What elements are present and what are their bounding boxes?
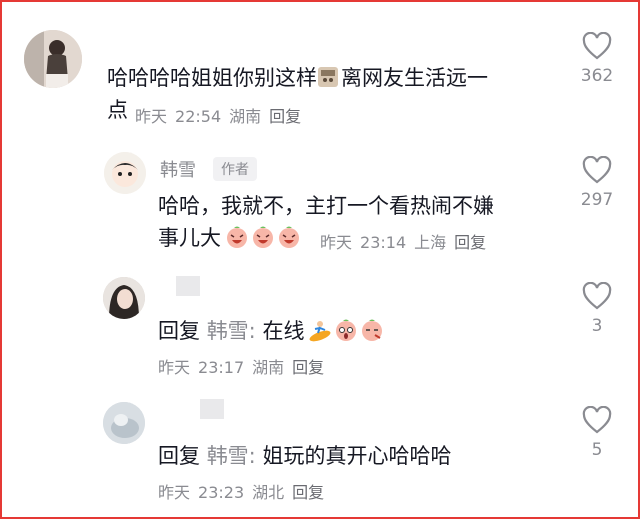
comment-location: 湖南: [229, 107, 262, 126]
reply-to-name[interactable]: 韩雪:: [207, 319, 256, 343]
comment-date: 昨天: [158, 483, 191, 502]
reply-button[interactable]: 回复: [292, 358, 324, 377]
surfing-emoji: [308, 318, 332, 342]
comment-date: 昨天: [320, 233, 353, 252]
author-name[interactable]: 韩雪: [160, 156, 196, 182]
comment-location: 湖北: [252, 483, 285, 502]
like-count: 297: [580, 190, 614, 210]
comment-text: 回复 韩雪: 在线: [158, 315, 558, 347]
like-button[interactable]: 297: [567, 156, 627, 210]
sticker-emoji: [317, 65, 339, 89]
like-button[interactable]: 362: [567, 32, 627, 86]
heart-outline-icon: [582, 406, 612, 434]
peach-pout-emoji: [360, 318, 384, 342]
comment-meta: 昨天 23:17 湖南 回复: [158, 357, 332, 379]
reply-prefix: 回复: [158, 444, 200, 468]
comment-meta: 昨天 23:23 湖北 回复: [158, 482, 332, 504]
heart-outline-icon: [582, 32, 612, 60]
blurred-username: [176, 276, 200, 296]
author-badge: 作者: [213, 157, 257, 181]
comment-location: 上海: [414, 233, 447, 252]
reply-prefix: 回复: [158, 319, 200, 343]
avatar[interactable]: [103, 402, 145, 444]
peach-laugh-emoji: [251, 225, 275, 249]
peach-laugh-emoji: [277, 225, 301, 249]
comment-date: 昨天: [158, 358, 191, 377]
avatar[interactable]: [104, 152, 146, 194]
avatar[interactable]: [24, 30, 82, 88]
comment-time: 23:14: [360, 233, 407, 252]
heart-outline-icon: [582, 156, 612, 184]
comment-time: 23:17: [198, 358, 245, 377]
comment-meta: 昨天 23:14 上海 回复: [320, 232, 494, 254]
heart-outline-icon: [582, 282, 612, 310]
reply-button[interactable]: 回复: [292, 483, 324, 502]
comment-time: 23:23: [198, 483, 245, 502]
avatar[interactable]: [103, 277, 145, 319]
like-count: 5: [591, 440, 603, 460]
comment-text: 回复 韩雪: 姐玩的真开心哈哈哈: [158, 444, 452, 468]
peach-shock-emoji: [334, 318, 358, 342]
blurred-username: [200, 399, 224, 419]
comment-meta: 昨天 22:54 湖南 回复: [135, 106, 309, 128]
comment-time: 22:54: [175, 107, 222, 126]
peach-laugh-emoji: [225, 225, 249, 249]
like-button[interactable]: 5: [567, 406, 627, 460]
comment-date: 昨天: [135, 107, 168, 126]
comment-location: 湖南: [252, 358, 285, 377]
like-button[interactable]: 3: [567, 282, 627, 336]
reply-to-name[interactable]: 韩雪:: [207, 444, 256, 468]
reply-button[interactable]: 回复: [269, 107, 301, 126]
reply-button[interactable]: 回复: [454, 233, 486, 252]
like-count: 3: [591, 316, 603, 336]
like-count: 362: [580, 66, 614, 86]
